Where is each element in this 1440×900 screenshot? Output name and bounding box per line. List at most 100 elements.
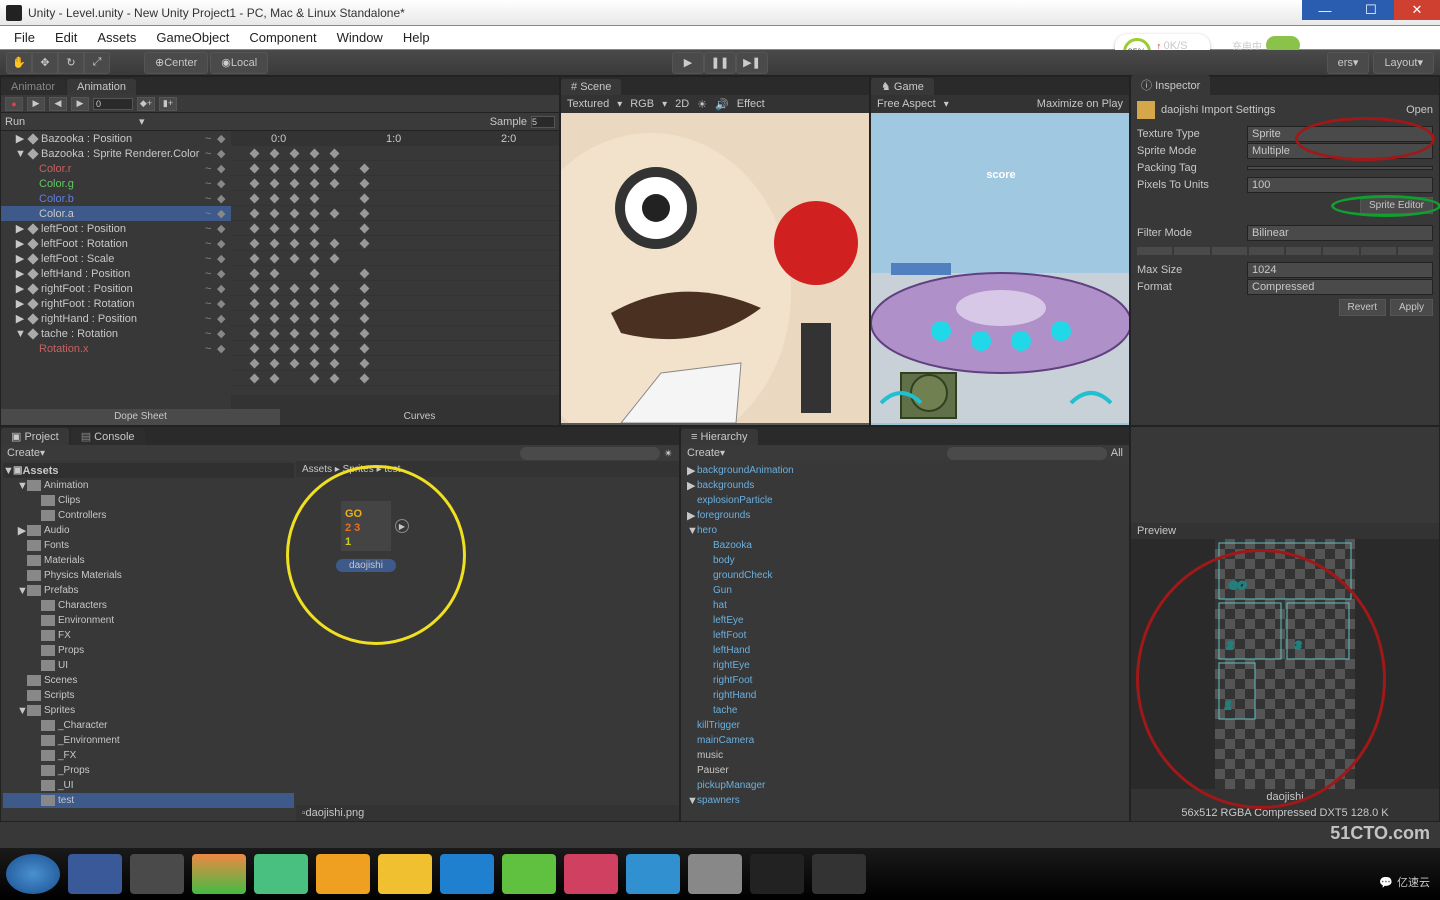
light-toggle[interactable]: ☀ <box>697 98 707 111</box>
platform-tab-bb[interactable] <box>1323 247 1358 255</box>
anim-prop[interactable]: Color.b~◆ <box>1 191 231 206</box>
tree-item[interactable]: UI <box>3 658 294 673</box>
sprite-editor-button[interactable]: Sprite Editor <box>1360 197 1433 214</box>
asset-daojishi[interactable]: GO2 31 ▶ daojishi <box>336 501 396 572</box>
tree-item[interactable]: ▼Animation <box>3 478 294 493</box>
tab-hierarchy[interactable]: ≡ Hierarchy <box>681 429 758 445</box>
menu-assets[interactable]: Assets <box>87 30 146 45</box>
tab-animation[interactable]: Animation <box>67 79 136 95</box>
hierarchy-item[interactable]: ▼hero <box>683 523 1127 538</box>
anim-prop[interactable]: ▶leftFoot : Position~◆ <box>1 221 231 236</box>
breadcrumb[interactable]: Assets ▸ Sprites ▸ test <box>296 461 679 477</box>
hierarchy-item[interactable]: groundCheck <box>683 568 1127 583</box>
inspector-field[interactable] <box>1247 166 1433 170</box>
step-button[interactable]: ▶❚ <box>736 52 768 74</box>
tree-item[interactable]: Clips <box>3 493 294 508</box>
pivot-toggle[interactable]: ⊕ Center <box>144 52 208 74</box>
revert-button[interactable]: Revert <box>1339 299 1386 316</box>
platform-tab-win[interactable] <box>1398 247 1433 255</box>
menu-edit[interactable]: Edit <box>45 30 87 45</box>
taskbar-app-2[interactable] <box>130 854 184 894</box>
taskbar-app-10[interactable] <box>626 854 680 894</box>
filter-mode-dropdown[interactable]: Bilinear <box>1247 225 1433 241</box>
tree-item[interactable]: ▼Prefabs <box>3 583 294 598</box>
tab-inspector[interactable]: ⓘ Inspector <box>1131 75 1210 95</box>
hierarchy-item[interactable]: tache <box>683 703 1127 718</box>
tree-item[interactable]: FX <box>3 628 294 643</box>
anim-prop[interactable]: Color.g~◆ <box>1 176 231 191</box>
scene-view[interactable] <box>561 113 869 425</box>
record-button[interactable]: ● <box>5 97 23 111</box>
anim-prop[interactable]: ▶rightFoot : Position~◆ <box>1 281 231 296</box>
start-button[interactable] <box>6 854 60 894</box>
format-dropdown[interactable]: Compressed <box>1247 279 1433 295</box>
menu-component[interactable]: Component <box>239 30 326 45</box>
2d-toggle[interactable]: 2D <box>675 98 689 110</box>
tab-game[interactable]: ♞ Game <box>871 78 934 95</box>
menu-help[interactable]: Help <box>393 30 440 45</box>
draw-mode-dropdown[interactable]: Textured <box>567 98 609 110</box>
taskbar-app-13[interactable] <box>812 854 866 894</box>
hierarchy-search[interactable] <box>947 447 1107 460</box>
tree-item[interactable]: _FX <box>3 748 294 763</box>
anim-prop[interactable]: ▶leftHand : Position~◆ <box>1 266 231 281</box>
open-button[interactable]: Open <box>1406 104 1433 116</box>
hierarchy-item[interactable]: mainCamera <box>683 733 1127 748</box>
tree-item[interactable]: Props <box>3 643 294 658</box>
add-key-button[interactable]: ◆+ <box>137 97 155 111</box>
hierarchy-item[interactable]: killTrigger <box>683 718 1127 733</box>
anim-prop[interactable]: ▼tache : Rotation~◆ <box>1 326 231 341</box>
audio-toggle[interactable]: 🔊 <box>715 98 729 111</box>
sample-field[interactable] <box>531 116 555 128</box>
anim-prop[interactable]: ▼Bazooka : Sprite Renderer.Color~◆ <box>1 146 231 161</box>
hierarchy-item[interactable]: pickupManager <box>683 778 1127 793</box>
hierarchy-item[interactable]: Gun <box>683 583 1127 598</box>
menu-gameobject[interactable]: GameObject <box>146 30 239 45</box>
hierarchy-item[interactable]: Bazooka <box>683 538 1127 553</box>
create-dropdown[interactable]: Create <box>7 447 40 459</box>
taskbar-chrome[interactable] <box>192 854 246 894</box>
clip-dropdown[interactable]: Run <box>5 116 135 128</box>
taskbar-app-8[interactable] <box>502 854 556 894</box>
anim-prop[interactable]: ▶rightFoot : Rotation~◆ <box>1 296 231 311</box>
anim-prop[interactable]: ▶Bazooka : Position~◆ <box>1 131 231 146</box>
hierarchy-item[interactable]: hat <box>683 598 1127 613</box>
anim-prop[interactable]: Color.r~◆ <box>1 161 231 176</box>
hierarchy-item[interactable]: explosionParticle <box>683 493 1127 508</box>
platform-tab-ios[interactable] <box>1249 247 1284 255</box>
add-event-button[interactable]: ▮+ <box>159 97 177 111</box>
menu-window[interactable]: Window <box>327 30 393 45</box>
tab-scene[interactable]: # Scene <box>561 79 621 95</box>
minimize-button[interactable]: — <box>1302 0 1348 20</box>
tab-project[interactable]: ▣ Project <box>1 428 69 445</box>
layers-dropdown[interactable]: ers ▾ <box>1327 52 1370 74</box>
taskbar-unity[interactable] <box>750 854 804 894</box>
tree-item[interactable]: Controllers <box>3 508 294 523</box>
layout-dropdown[interactable]: Layout ▾ <box>1373 52 1434 74</box>
maximize-button[interactable]: ☐ <box>1348 0 1394 20</box>
hierarchy-item[interactable]: rightEye <box>683 658 1127 673</box>
apply-button[interactable]: Apply <box>1390 299 1433 316</box>
platform-tab-web[interactable] <box>1174 247 1209 255</box>
project-search[interactable] <box>520 447 660 460</box>
hierarchy-item[interactable]: ▶backgroundAnimation <box>683 463 1127 478</box>
tab-console[interactable]: ▤ Console <box>71 428 145 445</box>
render-mode-dropdown[interactable]: RGB <box>630 98 654 110</box>
taskbar-app-6[interactable] <box>378 854 432 894</box>
maxsize-dropdown[interactable]: 1024 <box>1247 262 1433 278</box>
tree-item[interactable]: Physics Materials <box>3 568 294 583</box>
tree-item[interactable]: Materials <box>3 553 294 568</box>
preview-view[interactable]: GO 2 3 1 <box>1131 539 1439 789</box>
effects-dropdown[interactable]: Effect <box>737 98 765 110</box>
tree-item[interactable]: Fonts <box>3 538 294 553</box>
hierarchy-item[interactable]: rightHand <box>683 688 1127 703</box>
hierarchy-item[interactable]: ▼spawners <box>683 793 1127 808</box>
taskbar-app-5[interactable] <box>316 854 370 894</box>
pause-button[interactable]: ❚❚ <box>704 52 736 74</box>
hand-tool[interactable]: ✋ <box>6 52 32 74</box>
anim-prop[interactable]: ▶leftFoot : Rotation~◆ <box>1 236 231 251</box>
platform-tab-android[interactable] <box>1286 247 1321 255</box>
anim-prop[interactable]: ▶rightHand : Position~◆ <box>1 311 231 326</box>
next-key-button[interactable]: ▶ <box>71 97 89 111</box>
hierarchy-item[interactable]: ▶foregrounds <box>683 508 1127 523</box>
